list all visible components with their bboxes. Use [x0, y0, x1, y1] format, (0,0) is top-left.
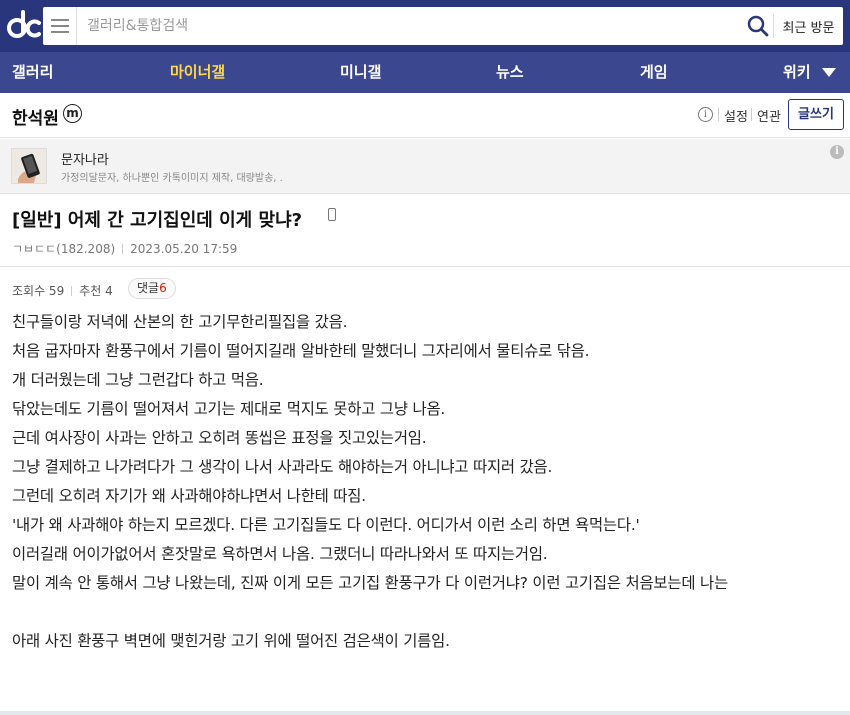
post-paragraph: 이러길래 어이가없어서 혼잣말로 욕하면서 나옴. 그랬더니 따라나와서 또 따…: [12, 545, 548, 563]
post-paragraph: '내가 왜 사과해야 하는지 모르겠다. 다른 고기집들도 다 이런다. 어디가…: [12, 516, 640, 534]
meta-divider: [122, 244, 124, 254]
post-paragraph: 처음 굽자마자 환풍구에서 기름이 떨어지길래 알바한테 말했더니 그자리에서 …: [12, 342, 590, 360]
post-paragraph: 말이 계속 안 통해서 그냥 나왔는데, 진짜 이게 모든 고기집 환풍구가 다…: [12, 574, 728, 592]
comment-label: 댓글: [137, 281, 160, 295]
nav-item-gallery[interactable]: 갤러리: [12, 52, 53, 93]
nav-item-game[interactable]: 게임: [640, 52, 668, 93]
ad-banner[interactable]: 문자나라 가정의달문자, 하나뿐인 카톡이미지 제작, 대량발송, . i: [0, 139, 850, 194]
post-title: [일반] 어제 간 고기집인데 이게 맞냐?: [12, 210, 303, 231]
settings-link[interactable]: 설정: [724, 106, 748, 125]
comment-count: 6: [159, 281, 167, 295]
post-paragraph: 그냥 결제하고 나가려다가 그 생각이 나서 사과라도 해야하는거 아니냐고 따…: [12, 458, 553, 476]
post-paragraph: 개 더러웠는데 그냥 그런갑다 하고 먹음.: [12, 371, 264, 389]
gallery-title[interactable]: 한석원: [12, 104, 59, 129]
dc-logo-icon[interactable]: [6, 8, 42, 42]
top-bar: 최근 방문: [0, 0, 850, 52]
post-paragraph: 친구들이랑 저녁에 산본의 한 고기무한리필집을 갔음.: [12, 313, 348, 331]
ad-title[interactable]: 문자나라: [61, 149, 109, 168]
write-button[interactable]: 글쓰기: [788, 99, 844, 130]
divider: [751, 108, 752, 121]
recent-visit-button[interactable]: 최근 방문: [773, 14, 843, 38]
bottom-edge: [0, 711, 850, 715]
divider: [718, 108, 719, 121]
phone-in-hand-icon: [12, 149, 46, 183]
post-paragraph: 그런데 오히려 자기가 왜 사과해야하냐면서 나한테 따짐.: [12, 487, 366, 505]
hamburger-icon: [50, 19, 69, 33]
ad-info-icon[interactable]: i: [830, 145, 844, 159]
post-body: 친구들이랑 저녁에 산본의 한 고기무한리필집을 갔음. 처음 굽자마자 환풍구…: [12, 308, 842, 656]
nav-item-wiki[interactable]: 위키: [783, 52, 811, 93]
search-input[interactable]: [87, 7, 767, 45]
view-count: 조회수 59: [12, 284, 65, 298]
ad-thumbnail: [11, 148, 47, 184]
recommend-count: 추천 4: [79, 284, 113, 298]
meta-divider: [71, 286, 73, 296]
comment-count-button[interactable]: 댓글6: [128, 278, 176, 299]
ad-description: 가정의달문자, 하나뿐인 카톡이미지 제작, 대량발송, .: [61, 173, 283, 184]
mobile-post-icon: [328, 208, 336, 221]
post-paragraph: 아래 사진 환풍구 벽면에 맺힌거랑 고기 위에 떨어진 검은색이 기름임.: [12, 632, 450, 650]
nav-item-news[interactable]: 뉴스: [496, 52, 524, 93]
post-meta: ㄱㅂㄷㄷ(182.208) 2023.05.20 17:59: [12, 240, 237, 257]
post-paragraph: 근데 여사장이 사과는 안하고 오히려 똥씹은 표정을 짓고있는거임.: [12, 429, 427, 447]
gallery-header: 한석원 m i 설정 연관 글쓰기: [0, 93, 850, 138]
main-nav: 갤러리 마이너갤 미니갤 뉴스 게임 위키: [0, 52, 850, 93]
info-icon[interactable]: i: [698, 107, 713, 122]
post-stats: 조회수 59 추천 4: [12, 282, 113, 299]
nav-expand-icon[interactable]: [822, 68, 836, 77]
divider: [0, 266, 850, 267]
related-link[interactable]: 연관: [757, 106, 781, 125]
search-box: 최근 방문: [43, 7, 843, 45]
menu-button[interactable]: [43, 7, 77, 45]
nav-item-mini-gallery[interactable]: 미니갤: [340, 52, 381, 93]
post-paragraph: [12, 598, 842, 627]
post-paragraph: 닦았는데도 기름이 떨어져서 고기는 제대로 먹지도 못하고 그냥 나옴.: [12, 400, 446, 418]
nav-item-minor-gallery[interactable]: 마이너갤: [170, 52, 225, 93]
post-datetime: 2023.05.20 17:59: [130, 242, 238, 256]
minor-gallery-badge-icon: m: [63, 104, 82, 123]
search-icon[interactable]: [745, 13, 771, 39]
post-author[interactable]: ㄱㅂㄷㄷ(182.208): [12, 242, 115, 256]
